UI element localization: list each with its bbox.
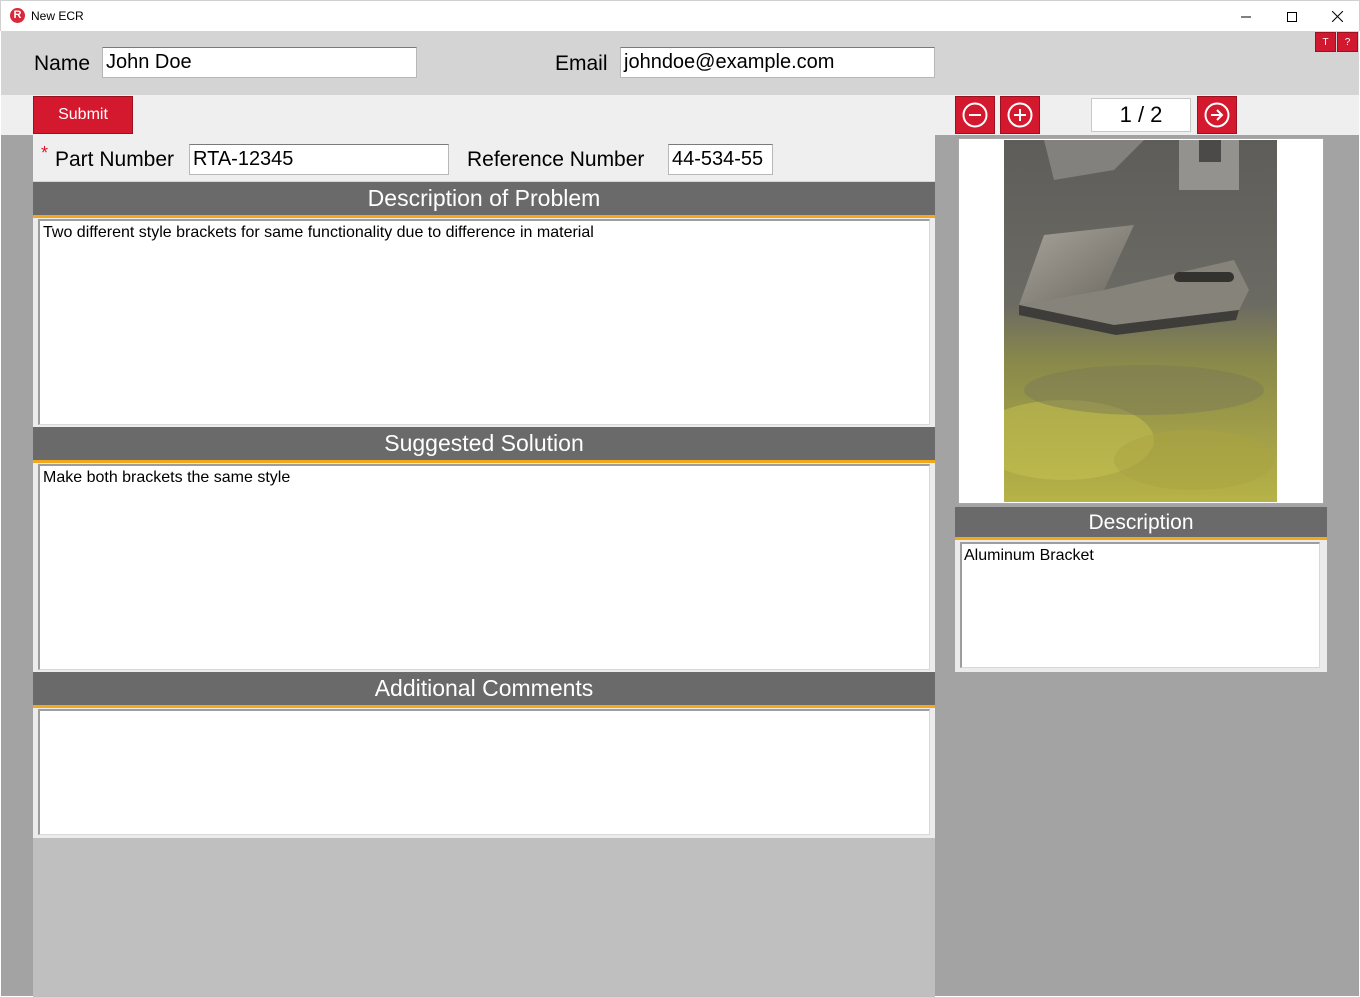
email-label: Email <box>555 52 608 75</box>
additional-comments-header: Additional Comments <box>33 672 935 708</box>
email-field[interactable]: johndoe@example.com <box>620 47 935 78</box>
title-bar: R New ECR <box>0 0 1360 31</box>
help-button[interactable]: ? <box>1337 32 1358 52</box>
name-label: Name <box>34 52 91 75</box>
submit-button[interactable]: Submit <box>33 96 133 134</box>
minimize-icon[interactable] <box>1223 1 1269 32</box>
description-of-problem-header: Description of Problem <box>33 182 935 218</box>
description-of-problem-textarea[interactable]: Two different style brackets for same fu… <box>38 219 930 425</box>
image-description-textarea[interactable]: Aluminum Bracket <box>960 542 1320 668</box>
close-icon[interactable] <box>1314 1 1360 32</box>
app-logo-icon: R <box>10 8 25 23</box>
reference-number-field[interactable]: 44-534-55 <box>668 144 773 175</box>
page-indicator: 1 / 2 <box>1091 98 1191 132</box>
reference-number-label: Reference Number <box>467 148 645 171</box>
bracket-photo <box>1004 140 1277 502</box>
part-number-label: Part Number <box>55 148 175 171</box>
zoom-out-button[interactable] <box>955 96 995 134</box>
minus-circle-icon <box>962 102 988 128</box>
additional-comments-textarea[interactable] <box>38 709 930 835</box>
window-title: New ECR <box>31 9 84 23</box>
suggested-solution-header: Suggested Solution <box>33 427 935 463</box>
suggested-solution-textarea[interactable]: Make both brackets the same style <box>38 464 930 670</box>
zoom-in-button[interactable] <box>1000 96 1040 134</box>
next-image-button[interactable] <box>1197 96 1237 134</box>
name-field[interactable]: John Doe <box>102 47 417 78</box>
arrow-right-circle-icon <box>1204 102 1230 128</box>
image-description-header: Description <box>955 507 1327 540</box>
part-number-field[interactable]: RTA-12345 <box>189 144 449 175</box>
t-button[interactable]: T <box>1315 32 1336 52</box>
maximize-icon[interactable] <box>1269 1 1315 32</box>
plus-circle-icon <box>1007 102 1033 128</box>
required-marker: * <box>41 143 49 163</box>
